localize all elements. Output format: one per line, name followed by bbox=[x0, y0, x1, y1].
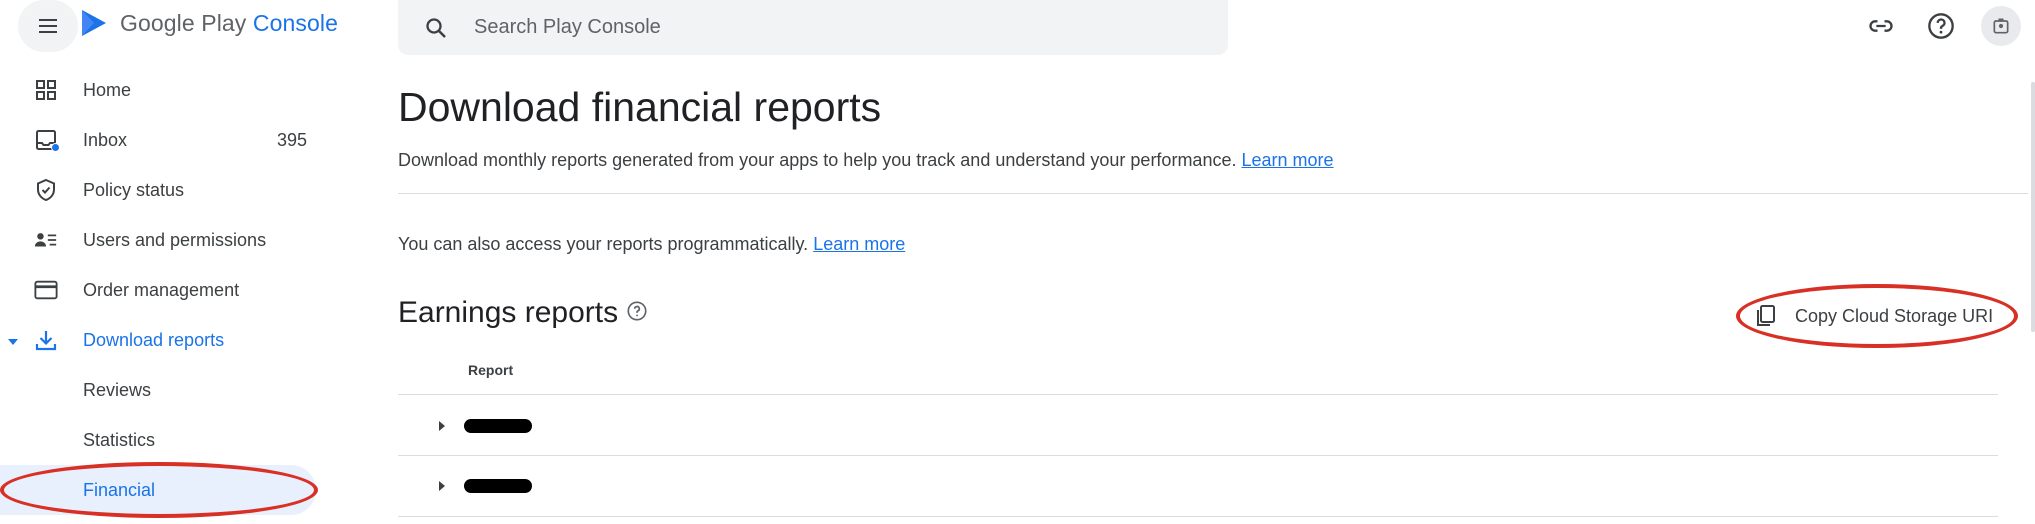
table-column-header-report: Report bbox=[468, 362, 514, 378]
table-divider bbox=[398, 394, 1998, 395]
people-list-icon bbox=[34, 228, 58, 252]
sidebar-item-label: Users and permissions bbox=[83, 229, 267, 250]
page-scrollbar[interactable] bbox=[2031, 82, 2035, 332]
page-title: Download financial reports bbox=[398, 84, 882, 130]
link-icon bbox=[1869, 20, 1893, 32]
search-icon bbox=[426, 17, 446, 38]
copy-icon bbox=[1753, 303, 1779, 329]
grid-icon bbox=[34, 78, 58, 102]
sidebar-item-label: Policy status bbox=[83, 179, 185, 200]
help-icon bbox=[1928, 13, 1954, 39]
sidebar-subitem-label: Statistics bbox=[83, 429, 156, 450]
sidebar-item-inbox[interactable]: Inbox 395 bbox=[0, 115, 330, 165]
play-console-logo-icon bbox=[82, 10, 106, 36]
table-row[interactable] bbox=[398, 456, 1998, 516]
shield-icon bbox=[34, 178, 58, 202]
play-console-logo[interactable]: Google Play Console bbox=[80, 8, 338, 38]
copy-button-label: Copy Cloud Storage URI bbox=[1795, 305, 1994, 326]
section-title: Earnings reports bbox=[398, 296, 619, 329]
table-row[interactable] bbox=[398, 396, 1998, 456]
sidebar-item-policy-status[interactable]: Policy status bbox=[0, 165, 330, 215]
copy-cloud-storage-uri-button[interactable]: Copy Cloud Storage URI bbox=[1753, 296, 2003, 336]
sidebar-subitem-financial[interactable]: Financial bbox=[0, 465, 316, 515]
expand-arrow-icon[interactable] bbox=[432, 476, 452, 496]
sidebar-item-label: Inbox bbox=[83, 129, 128, 150]
account-avatar[interactable] bbox=[1981, 6, 2021, 46]
caret-down-icon bbox=[6, 333, 20, 354]
expand-arrow-icon[interactable] bbox=[432, 416, 452, 436]
hamburger-menu-icon bbox=[39, 19, 57, 33]
learn-more-link[interactable]: Learn more bbox=[1241, 150, 1333, 170]
sidebar-item-label: Order management bbox=[83, 279, 240, 300]
link-button[interactable] bbox=[1859, 4, 1903, 48]
earnings-reports-heading: Earnings reports bbox=[398, 296, 648, 330]
top-right-actions bbox=[1843, 4, 2035, 48]
inbox-count-badge: 395 bbox=[277, 129, 308, 150]
sidebar-item-label: Download reports bbox=[83, 329, 225, 350]
search-bar[interactable] bbox=[398, 0, 1228, 55]
sidebar-nav: Home Inbox 395 Policy status Users and p… bbox=[0, 65, 330, 515]
sidebar-subitem-reviews[interactable]: Reviews bbox=[0, 365, 330, 415]
programmatic-learn-more-link[interactable]: Learn more bbox=[813, 234, 905, 254]
description-text: Download monthly reports generated from … bbox=[398, 150, 1237, 170]
sidebar-item-users-permissions[interactable]: Users and permissions bbox=[0, 215, 330, 265]
page-description: Download monthly reports generated from … bbox=[398, 150, 1334, 171]
sidebar-item-home[interactable]: Home bbox=[0, 65, 330, 115]
credit-card-icon bbox=[34, 278, 58, 302]
help-button[interactable] bbox=[1919, 4, 1963, 48]
redacted-report-label bbox=[464, 419, 532, 433]
developer-account-icon bbox=[1993, 18, 2009, 34]
programmatic-text: You can also access your reports program… bbox=[398, 234, 809, 254]
sidebar-subitem-statistics[interactable]: Statistics bbox=[0, 415, 330, 465]
sidebar-subitem-label: Reviews bbox=[83, 379, 152, 400]
main-menu-button[interactable] bbox=[18, 0, 78, 52]
search-input[interactable] bbox=[474, 16, 1174, 39]
download-icon bbox=[34, 328, 58, 352]
sidebar-item-order-management[interactable]: Order management bbox=[0, 265, 330, 315]
sidebar-item-label: Home bbox=[83, 79, 132, 100]
sidebar-subitem-label: Financial bbox=[83, 479, 156, 500]
redacted-report-label bbox=[464, 479, 532, 493]
sidebar-item-download-reports[interactable]: Download reports bbox=[0, 315, 330, 365]
unread-indicator-dot bbox=[51, 143, 60, 152]
programmatic-access-note: You can also access your reports program… bbox=[398, 234, 905, 255]
table-divider bbox=[398, 516, 1998, 517]
logo-text: Google Play Console bbox=[120, 9, 338, 36]
help-circle-icon[interactable] bbox=[626, 300, 648, 327]
divider bbox=[398, 193, 2028, 194]
inbox-icon bbox=[34, 128, 60, 152]
